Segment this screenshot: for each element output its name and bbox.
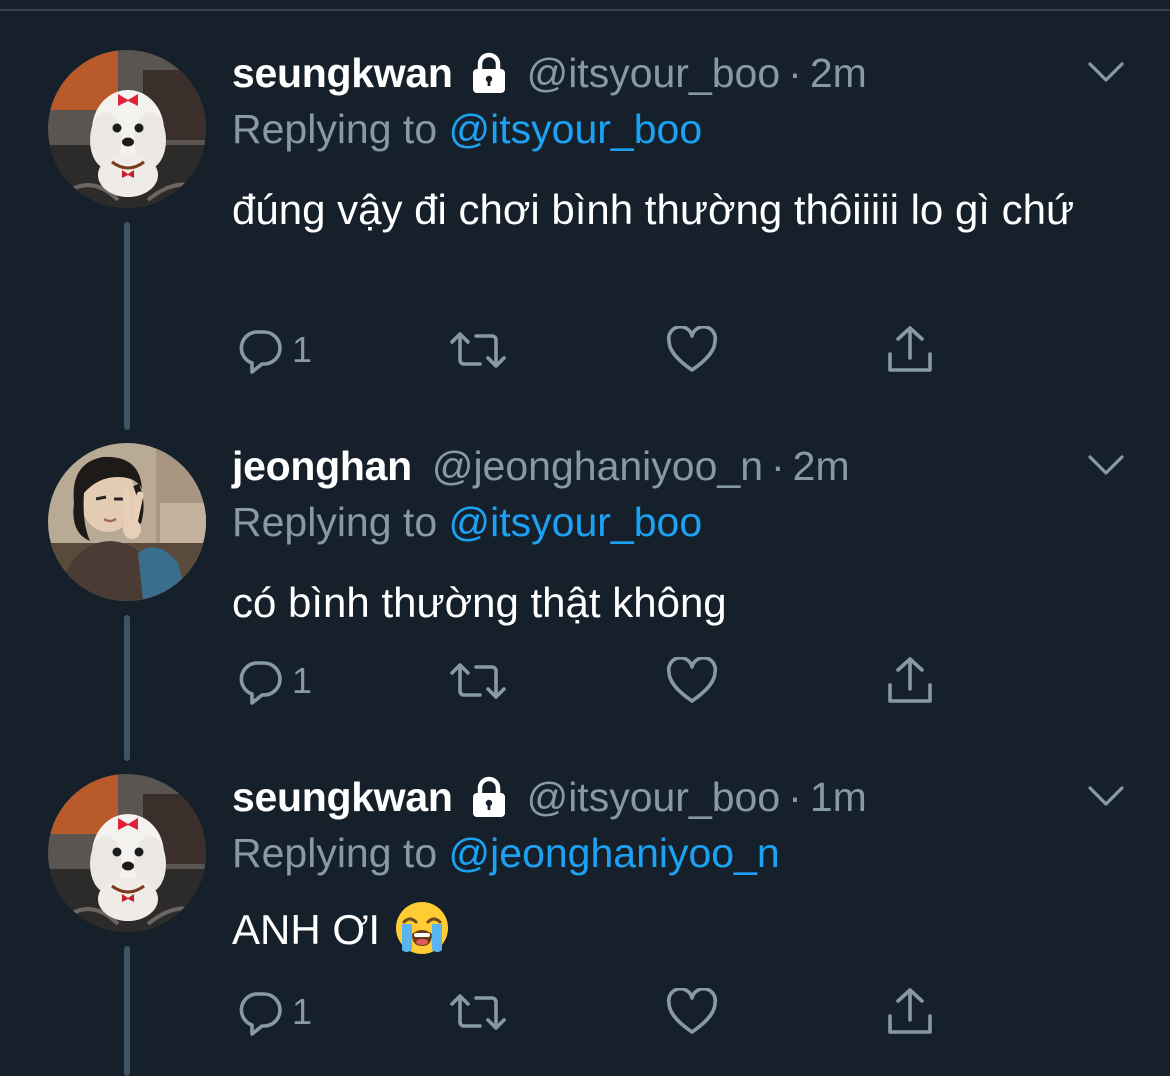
action-bar: 1 xyxy=(236,982,956,1042)
tweet-header: seungkwan @itsyour_boo · 1m xyxy=(232,772,867,822)
share-icon xyxy=(888,988,932,1034)
display-name[interactable]: jeonghan xyxy=(232,443,412,490)
retweet-icon xyxy=(450,332,506,368)
replying-to-mention[interactable]: @jeonghaniyoo_n xyxy=(449,830,780,876)
heart-icon xyxy=(666,988,718,1034)
timestamp[interactable]: 1m xyxy=(810,774,867,821)
reply-bubble-icon xyxy=(239,992,282,1036)
heart-icon xyxy=(666,326,718,372)
share-icon xyxy=(888,657,932,703)
display-name[interactable]: seungkwan xyxy=(232,50,453,97)
reply-count: 1 xyxy=(292,660,313,701)
display-name[interactable]: seungkwan xyxy=(232,774,453,821)
tweet[interactable]: seungkwan @itsyour_boo · 1m Replying to … xyxy=(0,772,1170,1076)
like-button[interactable] xyxy=(666,320,718,380)
retweet-button[interactable] xyxy=(448,982,508,1042)
timestamp[interactable]: 2m xyxy=(793,443,850,490)
retweet-icon xyxy=(450,994,506,1030)
retweet-icon xyxy=(450,663,506,699)
separator-dot: · xyxy=(788,49,802,96)
share-button[interactable] xyxy=(884,982,936,1042)
replying-to-mention[interactable]: @itsyour_boo xyxy=(449,499,703,545)
tweet-text-container: ANH ƠI xyxy=(232,900,1112,960)
separator-dot: · xyxy=(788,773,802,820)
tweet-header: jeonghan @jeonghaniyoo_n · 2m xyxy=(232,441,850,491)
chevron-down-icon[interactable] xyxy=(1086,56,1126,88)
handle[interactable]: @jeonghaniyoo_n xyxy=(432,443,763,490)
share-button[interactable] xyxy=(884,320,936,380)
replying-to-mention[interactable]: @itsyour_boo xyxy=(449,106,703,152)
retweet-button[interactable] xyxy=(448,320,508,380)
lock-icon xyxy=(472,52,505,93)
reply-count: 1 xyxy=(292,329,313,370)
replying-to-label: Replying to xyxy=(232,499,438,545)
reply-count: 1 xyxy=(292,991,313,1032)
tweet-text: có bình thường thật không xyxy=(232,579,727,626)
timestamp[interactable]: 2m xyxy=(810,50,867,97)
heart-icon xyxy=(666,657,718,703)
tweet-header: seungkwan @itsyour_boo · 2m xyxy=(232,48,867,98)
retweet-button[interactable] xyxy=(448,651,508,711)
replying-to-line: Replying to @itsyour_boo xyxy=(232,499,702,546)
replying-to-line: Replying to @jeonghaniyoo_n xyxy=(232,830,780,877)
action-bar: 1 xyxy=(236,320,956,380)
share-icon xyxy=(888,326,932,372)
reply-bubble-icon xyxy=(239,661,282,705)
handle[interactable]: @itsyour_boo xyxy=(527,774,781,821)
tweet-text: đúng vậy đi chơi bình thường thôiiiii lo… xyxy=(232,186,1075,233)
avatar[interactable] xyxy=(48,774,206,932)
tweet[interactable]: seungkwan @itsyour_boo · 2m Replying to … xyxy=(0,48,1170,430)
replying-to-line: Replying to @itsyour_boo xyxy=(232,106,702,153)
loudly-crying-face-emoji xyxy=(396,902,449,954)
thread-line xyxy=(124,946,130,1076)
lock-icon xyxy=(472,776,505,817)
like-button[interactable] xyxy=(666,982,718,1042)
reply-button[interactable]: 1 xyxy=(236,651,312,711)
chevron-down-icon[interactable] xyxy=(1086,780,1126,812)
tweet[interactable]: jeonghan @jeonghaniyoo_n · 2m Replying t… xyxy=(0,441,1170,761)
avatar[interactable] xyxy=(48,443,206,601)
reply-button[interactable]: 1 xyxy=(236,982,312,1042)
reply-button[interactable]: 1 xyxy=(236,320,312,380)
tweet-text: ANH ƠI xyxy=(232,906,381,953)
handle[interactable]: @itsyour_boo xyxy=(527,50,781,97)
replying-to-label: Replying to xyxy=(232,830,438,876)
action-bar: 1 xyxy=(236,651,956,711)
top-divider xyxy=(0,9,1170,11)
avatar[interactable] xyxy=(48,50,206,208)
separator-dot: · xyxy=(771,442,785,489)
reply-bubble-icon xyxy=(239,330,282,374)
thread-line xyxy=(124,615,130,761)
share-button[interactable] xyxy=(884,651,936,711)
chevron-down-icon[interactable] xyxy=(1086,449,1126,481)
replying-to-label: Replying to xyxy=(232,106,438,152)
like-button[interactable] xyxy=(666,651,718,711)
thread-line xyxy=(124,222,130,430)
